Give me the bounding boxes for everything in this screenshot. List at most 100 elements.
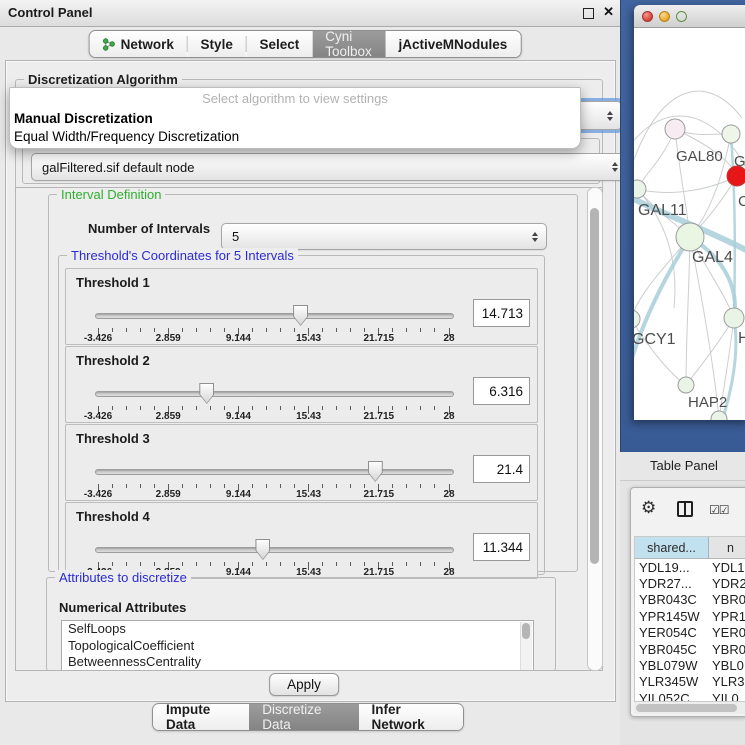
tab-discretize-data[interactable]: Discretize Data [249,704,358,730]
slider-tick [112,406,113,410]
slider-handle[interactable] [293,305,308,326]
attribute-list-item[interactable]: BetweennessCentrality [62,654,533,671]
control-panel-window: Control Panel ✕ NetworkStyleSelectCyni T… [0,0,620,745]
network-view-window: GAL80GACGAL11GAL4GCY1HHAP2 [634,5,745,420]
network-node[interactable] [634,180,646,198]
network-node[interactable] [727,166,745,186]
close-traffic-light-icon[interactable] [642,11,653,22]
threshold-label: Threshold 3 [76,431,150,446]
slider-tick [210,562,211,566]
tab-network[interactable]: Network [90,31,187,57]
tab-cyni-toolbox[interactable]: Cyni Toolbox [312,31,385,57]
numerical-attributes-list[interactable]: SelfLoopsTopologicalCoefficientBetweenne… [61,620,534,671]
network-canvas[interactable]: GAL80GACGAL11GAL4GCY1HHAP2 [634,28,745,420]
slider-tick [182,484,183,488]
gear-icon[interactable]: ⚙ [641,498,656,518]
threshold-value-field[interactable]: 11.344 [473,533,530,561]
table-row[interactable]: YPR145WYPR1 [635,608,745,624]
slider-tick [154,328,155,332]
tab-jactivemnodules[interactable]: jActiveMNodules [386,31,521,57]
table-row[interactable]: YDR27...YDR2 [635,575,745,591]
dropdown-option[interactable]: Equal Width/Frequency Discretization [10,128,580,146]
slider-tick-label: 21.715 [364,333,395,344]
table-cell: YBR045C [635,642,709,657]
dropdown-option[interactable]: Manual Discretization [10,110,580,128]
table-row[interactable]: YLR345WYLR3 [635,674,745,690]
number-of-intervals-combobox[interactable]: 5 [221,223,547,250]
float-window-icon[interactable] [583,8,594,19]
slider-tick [266,406,267,410]
attribute-list-item[interactable]: SelfLoops [62,621,533,638]
slider-handle[interactable] [199,383,214,404]
tab-label: jActiveMNodules [399,37,508,52]
table-cell: YDL1 [709,560,745,575]
slider-tick-label: 28 [443,411,454,422]
close-icon[interactable]: ✕ [603,4,614,20]
slider-handle[interactable] [255,539,270,560]
table-cell: YBL0 [709,658,745,673]
tab-select[interactable]: Select [246,31,312,57]
threshold-value-field[interactable]: 21.4 [473,455,530,483]
slider-tick [252,406,253,410]
slider-tick [364,562,365,566]
table-row[interactable]: YDL19...YDL1 [635,559,745,575]
attributes-group-title: Attributes to discretize [55,570,191,585]
panel-scrollbar[interactable] [587,187,603,671]
minimize-traffic-light-icon[interactable] [659,11,670,22]
slider-tick [140,484,141,488]
threshold-label: Threshold 4 [76,509,150,524]
table-horizontal-scrollbar[interactable] [634,701,745,714]
slider-tick-label: 2.859 [156,489,181,500]
slider-tick [182,562,183,566]
network-node[interactable] [634,310,640,328]
network-node[interactable] [722,125,740,143]
network-node[interactable] [665,119,685,139]
network-edge [686,237,690,385]
show-checkboxes-icon[interactable]: ☑☑ [709,503,729,517]
tab-style[interactable]: Style [188,31,246,57]
slider-tick [154,406,155,410]
slider-tick [364,484,365,488]
attribute-list-item[interactable]: TopologicalCoefficient [62,638,533,655]
threshold-value-field[interactable]: 14.713 [473,299,530,327]
slider-tick-label: -3.426 [84,489,112,500]
slider-tick [350,328,351,332]
table-column-header[interactable]: n [709,537,745,558]
slider-tick-label: -3.426 [84,333,112,344]
scrollbar-thumb[interactable] [590,208,599,564]
tab-impute-data[interactable]: Impute Data [153,704,249,730]
slider-handle[interactable] [368,461,383,482]
table-row[interactable]: YBR043CYBR0 [635,592,745,608]
threshold-panels: Threshold 1-3.4262.8599.14415.4321.71528… [59,256,544,580]
slider-track[interactable] [95,391,454,397]
table-cell: YBR0 [709,642,745,657]
table-column-header[interactable]: shared... [635,537,709,558]
slider-tick [126,406,127,410]
table-data-value: galFiltered.sif default node [42,160,194,175]
tab-infer-network[interactable]: Infer Network [359,704,463,730]
slider-tick-label: 9.144 [226,489,251,500]
slider-tick [294,328,295,332]
network-node[interactable] [678,377,694,393]
slider-tick [112,328,113,332]
zoom-traffic-light-icon[interactable] [676,11,687,22]
table-rows: YDL19...YDL1YDR27...YDR2YBR043CYBR0YPR14… [635,559,745,703]
table-row[interactable]: YER054CYER0 [635,625,745,641]
table-row[interactable]: YBR045CYBR0 [635,641,745,657]
apply-button[interactable]: Apply [269,673,339,696]
network-node-label: H [738,330,745,347]
network-node[interactable] [724,308,744,328]
split-columns-icon[interactable] [677,501,693,517]
network-edge [637,176,737,192]
slider-tick [280,562,281,566]
threshold-label: Threshold 1 [76,275,150,290]
slider-track[interactable] [95,547,454,553]
slider-track[interactable] [95,313,454,319]
slider-track[interactable] [95,469,454,475]
table-data-combobox[interactable]: galFiltered.sif default node [31,153,627,181]
threshold-value-field[interactable]: 6.316 [473,377,530,405]
table-row[interactable]: YBL079WYBL0 [635,657,745,673]
slider-tick [182,328,183,332]
network-node[interactable] [676,223,704,251]
list-scrollbar[interactable] [520,622,532,670]
